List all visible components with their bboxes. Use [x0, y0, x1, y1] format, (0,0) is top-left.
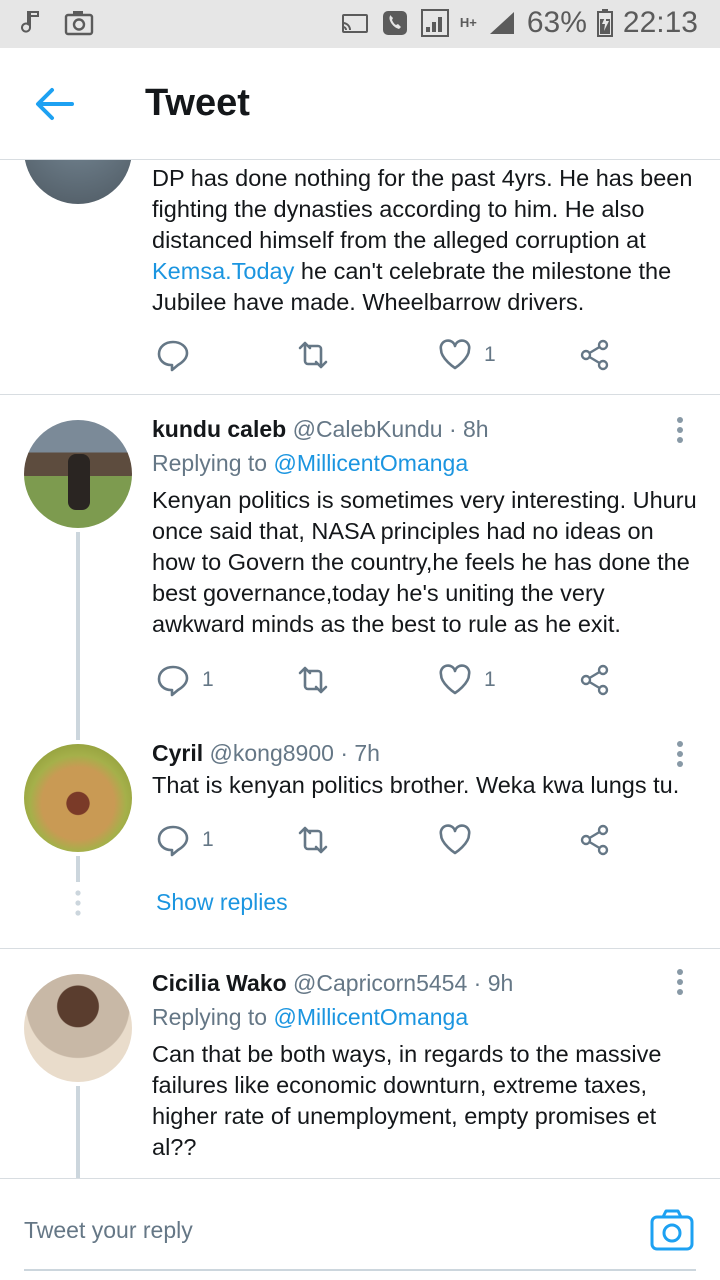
- clock: 22:13: [622, 6, 698, 39]
- replying-to-link[interactable]: @MillicentOmanga: [273, 450, 468, 476]
- reply-icon: [157, 665, 189, 697]
- divider: [0, 394, 720, 395]
- signal-icon: [420, 9, 449, 37]
- like-count: 1: [484, 668, 496, 691]
- reply-bar: Tweet your reply: [0, 1178, 720, 1280]
- reply-icon: [157, 340, 189, 372]
- share-icon: [580, 824, 609, 856]
- retweet-icon: [298, 666, 328, 694]
- replying-label: Replying to: [152, 1004, 268, 1030]
- heart-icon: [439, 824, 471, 855]
- app-bar: Tweet: [0, 48, 720, 160]
- tweet-link[interactable]: Kemsa.Today: [152, 258, 294, 284]
- replying-to: Replying to @MillicentOmanga: [152, 450, 468, 477]
- avatar[interactable]: [24, 420, 132, 528]
- like-button[interactable]: 1: [438, 335, 496, 375]
- user-name[interactable]: kundu caleb: [152, 416, 286, 442]
- retweet-button[interactable]: [296, 660, 330, 700]
- show-replies-link[interactable]: Show replies: [156, 889, 288, 916]
- page-title: Tweet: [145, 82, 250, 124]
- share-button[interactable]: [578, 820, 612, 860]
- cast-icon: [341, 14, 368, 33]
- tweet-time: · 8h: [448, 416, 489, 442]
- avatar[interactable]: [24, 744, 132, 852]
- avatar-figure: [68, 454, 90, 510]
- reply-button[interactable]: [156, 335, 190, 375]
- reply-icon: [157, 825, 189, 857]
- tweet-header: kundu caleb @CalebKundu · 8h: [152, 416, 489, 443]
- retweet-button[interactable]: [296, 335, 330, 375]
- reply-input[interactable]: Tweet your reply: [24, 1217, 193, 1244]
- tweet-header: Cyril @kong8900 · 7h: [152, 740, 380, 767]
- user-name[interactable]: Cyril: [152, 740, 203, 766]
- camera-icon[interactable]: [650, 1209, 694, 1251]
- thread-dots-icon: [75, 890, 81, 916]
- user-name[interactable]: Cicilia Wako: [152, 970, 287, 996]
- tweet-text: Can that be both ways, in regards to the…: [152, 1041, 662, 1160]
- like-button[interactable]: 1: [438, 660, 496, 700]
- reply-button[interactable]: 1: [156, 820, 214, 860]
- user-handle[interactable]: @kong8900: [210, 740, 334, 766]
- battery-icon: [596, 9, 613, 37]
- tweet-time: · 7h: [340, 740, 380, 766]
- tweet-text: Kenyan politics is sometimes very intere…: [152, 487, 697, 637]
- thread-line: [76, 856, 80, 882]
- reply-input-underline: [24, 1269, 696, 1271]
- avatar[interactable]: [24, 160, 132, 204]
- like-count: 1: [484, 343, 496, 366]
- phone-call-icon: [382, 11, 407, 35]
- share-icon: [580, 664, 609, 696]
- reply-button[interactable]: 1: [156, 660, 214, 700]
- more-options-icon[interactable]: [676, 740, 684, 768]
- thread-line: [76, 532, 80, 740]
- tweet-time: · 9h: [473, 970, 514, 996]
- heart-icon: [439, 339, 471, 370]
- retweet-icon: [298, 826, 328, 854]
- replying-to-link[interactable]: @MillicentOmanga: [273, 1004, 468, 1030]
- user-handle[interactable]: @Capricorn5454: [293, 970, 467, 996]
- replying-label: Replying to: [152, 450, 268, 476]
- tweet-text: DP has done nothing for the past 4yrs. H…: [152, 163, 700, 318]
- network-type-label: H+: [459, 15, 477, 30]
- thread-line: [76, 1086, 80, 1178]
- more-options-icon[interactable]: [676, 416, 684, 444]
- reply-count: 1: [202, 668, 214, 691]
- tweet-text-part: DP has done nothing for the past 4yrs. H…: [152, 165, 693, 253]
- replying-to: Replying to @MillicentOmanga: [152, 1004, 468, 1031]
- status-bar: H+ 63% 22:13: [0, 0, 720, 48]
- tweet-actions: 1: [152, 335, 632, 375]
- share-button[interactable]: [578, 660, 612, 700]
- more-options-icon[interactable]: [676, 968, 684, 996]
- avatar[interactable]: [24, 974, 132, 1082]
- music-note-icon: [21, 11, 39, 33]
- reply-count: 1: [202, 828, 214, 851]
- tweet-feed[interactable]: DP has done nothing for the past 4yrs. H…: [0, 160, 720, 1178]
- like-button[interactable]: [438, 820, 472, 860]
- battery-percentage: 63%: [526, 6, 587, 39]
- tweet-actions: 1: [152, 820, 632, 860]
- retweet-button[interactable]: [296, 820, 330, 860]
- user-handle[interactable]: @CalebKundu: [293, 416, 443, 442]
- share-button[interactable]: [578, 335, 612, 375]
- camera-status-icon: [64, 11, 94, 36]
- retweet-icon: [298, 341, 328, 369]
- signal-bars-icon: [489, 12, 514, 34]
- share-icon: [580, 339, 609, 371]
- heart-icon: [439, 664, 471, 695]
- tweet-header: Cicilia Wako @Capricorn5454 · 9h: [152, 970, 513, 997]
- tweet-actions: 1 1: [152, 660, 632, 700]
- arrow-left-icon[interactable]: [34, 86, 74, 122]
- tweet-text: That is kenyan politics brother. Weka kw…: [152, 772, 680, 798]
- divider: [0, 948, 720, 949]
